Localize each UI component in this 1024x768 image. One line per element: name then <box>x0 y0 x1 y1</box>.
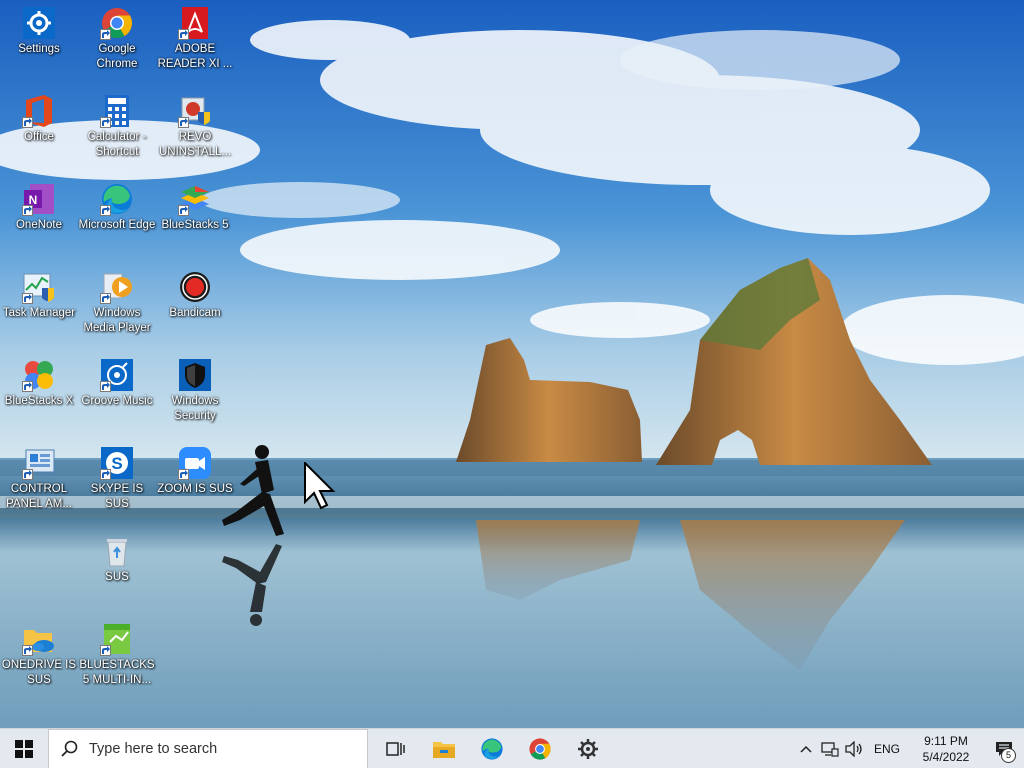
bandicam-icon <box>178 270 212 304</box>
desktop-icon-recycle-bin[interactable]: SUS <box>78 530 156 585</box>
windows-logo-icon <box>15 739 33 758</box>
desktop-icon-onenote[interactable]: N OneNote <box>0 178 78 233</box>
desktop-icon-label: Microsoft Edge <box>78 219 156 231</box>
zoom-icon <box>178 446 212 480</box>
desktop-icon-label: Google Chrome <box>96 43 138 70</box>
action-center-button[interactable]: 5 <box>984 729 1024 768</box>
svg-text:S: S <box>111 454 122 473</box>
clock[interactable]: 9:11 PM 5/4/2022 <box>908 733 984 765</box>
desktop-icon-label: REVO UNINSTALL... <box>159 131 231 158</box>
edge-icon <box>100 182 134 216</box>
onenote-icon: N <box>22 182 56 216</box>
taskbar-microsoft-edge[interactable] <box>468 729 516 768</box>
desktop-icon-label: Windows Security <box>171 395 219 422</box>
bluestacks-multi-instance-icon <box>100 622 134 656</box>
speaker-icon <box>845 741 862 757</box>
desktop-icon-label: Task Manager <box>2 307 76 319</box>
desktop-icon-label: ADOBE READER XI ... <box>157 43 233 70</box>
desktop-icon-label: Bandicam <box>169 307 221 319</box>
onedrive-folder-icon <box>22 622 56 656</box>
search-icon <box>61 740 78 757</box>
recycle-bin-icon <box>100 534 134 568</box>
desktop-icon-bluestacks-5[interactable]: BlueStacks 5 <box>156 178 234 233</box>
desktop-icon-label: SUS <box>105 571 129 583</box>
desktop: Settings Office N OneNote Task Manager B… <box>0 0 1024 728</box>
notification-count-badge: 5 <box>1001 748 1016 763</box>
taskbar-settings[interactable] <box>564 729 612 768</box>
network-icon <box>821 742 839 757</box>
clock-time: 9:11 PM <box>924 734 968 748</box>
chevron-up-icon <box>800 745 812 753</box>
desktop-icon-task-manager[interactable]: Task Manager <box>0 266 78 321</box>
groove-music-icon <box>100 358 134 392</box>
gear-icon <box>578 738 598 759</box>
clock-date: 5/4/2022 <box>922 750 970 764</box>
desktop-icon-label: Windows Media Player <box>83 307 151 334</box>
volume-button[interactable] <box>842 729 866 768</box>
bluestacks-5-icon <box>178 182 212 216</box>
desktop-icon-label: CONTROL PANEL AM... <box>6 483 72 510</box>
desktop-icon-microsoft-edge[interactable]: Microsoft Edge <box>78 178 156 233</box>
desktop-icon-office[interactable]: Office <box>0 90 78 145</box>
media-player-icon <box>100 270 134 304</box>
adobe-reader-icon <box>178 6 212 40</box>
system-tray: ENG 9:11 PM 5/4/2022 5 <box>794 729 1024 768</box>
desktop-icon-label: Office <box>24 131 54 143</box>
desktop-icon-adobe-reader[interactable]: ADOBE READER XI ... <box>156 2 234 72</box>
start-button[interactable] <box>0 729 48 768</box>
task-view-button[interactable] <box>372 729 420 768</box>
desktop-icon-label: SKYPE IS SUS <box>90 483 144 510</box>
skype-icon: S <box>100 446 134 480</box>
desktop-icon-label: Calculator - Shortcut <box>87 131 147 158</box>
desktop-icon-windows-media-player[interactable]: Windows Media Player <box>78 266 156 336</box>
desktop-icon-control-panel[interactable]: CONTROL PANEL AM... <box>0 442 78 512</box>
desktop-icon-windows-security[interactable]: Windows Security <box>156 354 234 424</box>
search-input[interactable]: Type here to search <box>48 728 368 768</box>
desktop-icon-label: Settings <box>18 43 60 55</box>
desktop-icon-skype[interactable]: S SKYPE IS SUS <box>78 442 156 512</box>
desktop-icon-zoom[interactable]: ZOOM IS SUS <box>156 442 234 497</box>
task-view-icon <box>386 741 405 756</box>
shield-icon <box>178 358 212 392</box>
folder-icon <box>433 741 455 758</box>
desktop-icon-onedrive[interactable]: ONEDRIVE IS SUS <box>0 618 78 688</box>
taskbar-google-chrome[interactable] <box>516 729 564 768</box>
search-placeholder: Type here to search <box>89 740 218 757</box>
desktop-icon-bandicam[interactable]: Bandicam <box>156 266 234 321</box>
desktop-icon-label: BLUESTACKS 5 MULTI-IN... <box>79 659 155 686</box>
desktop-icon-label: ZOOM IS SUS <box>157 483 233 495</box>
office-icon <box>22 94 56 128</box>
show-hidden-icons-button[interactable] <box>794 729 818 768</box>
task-manager-icon <box>22 270 56 304</box>
desktop-icon-label: ONEDRIVE IS SUS <box>1 659 77 686</box>
taskbar-file-explorer[interactable] <box>420 729 468 768</box>
desktop-icon-revo-uninstaller[interactable]: REVO UNINSTALL... <box>156 90 234 160</box>
desktop-icon-label: BlueStacks 5 <box>161 219 229 231</box>
network-button[interactable] <box>818 729 842 768</box>
desktop-icon-label: BlueStacks X <box>4 395 74 407</box>
input-language-indicator[interactable]: ENG <box>866 742 908 756</box>
desktop-icon-google-chrome[interactable]: Google Chrome <box>78 2 156 72</box>
desktop-icon-groove-music[interactable]: Groove Music <box>78 354 156 409</box>
control-panel-icon <box>22 446 56 480</box>
chrome-icon <box>100 6 134 40</box>
bluestacks-x-icon <box>22 358 56 392</box>
desktop-icon-bluestacks-multi-instance[interactable]: BLUESTACKS 5 MULTI-IN... <box>78 618 156 688</box>
calculator-icon <box>100 94 134 128</box>
desktop-icon-label: Groove Music <box>81 395 153 407</box>
revo-uninstaller-icon <box>178 94 212 128</box>
mouse-cursor-icon <box>304 460 336 515</box>
desktop-icon-settings[interactable]: Settings <box>0 2 78 57</box>
edge-icon <box>481 737 503 760</box>
settings-icon <box>22 6 56 40</box>
desktop-icon-label: OneNote <box>15 219 63 231</box>
chrome-icon <box>529 737 551 760</box>
desktop-icon-calculator[interactable]: Calculator - Shortcut <box>78 90 156 160</box>
taskbar: Type here to search ENG 9:11 PM 5/4/2022 <box>0 728 1024 768</box>
desktop-icon-bluestacks-x[interactable]: BlueStacks X <box>0 354 78 409</box>
